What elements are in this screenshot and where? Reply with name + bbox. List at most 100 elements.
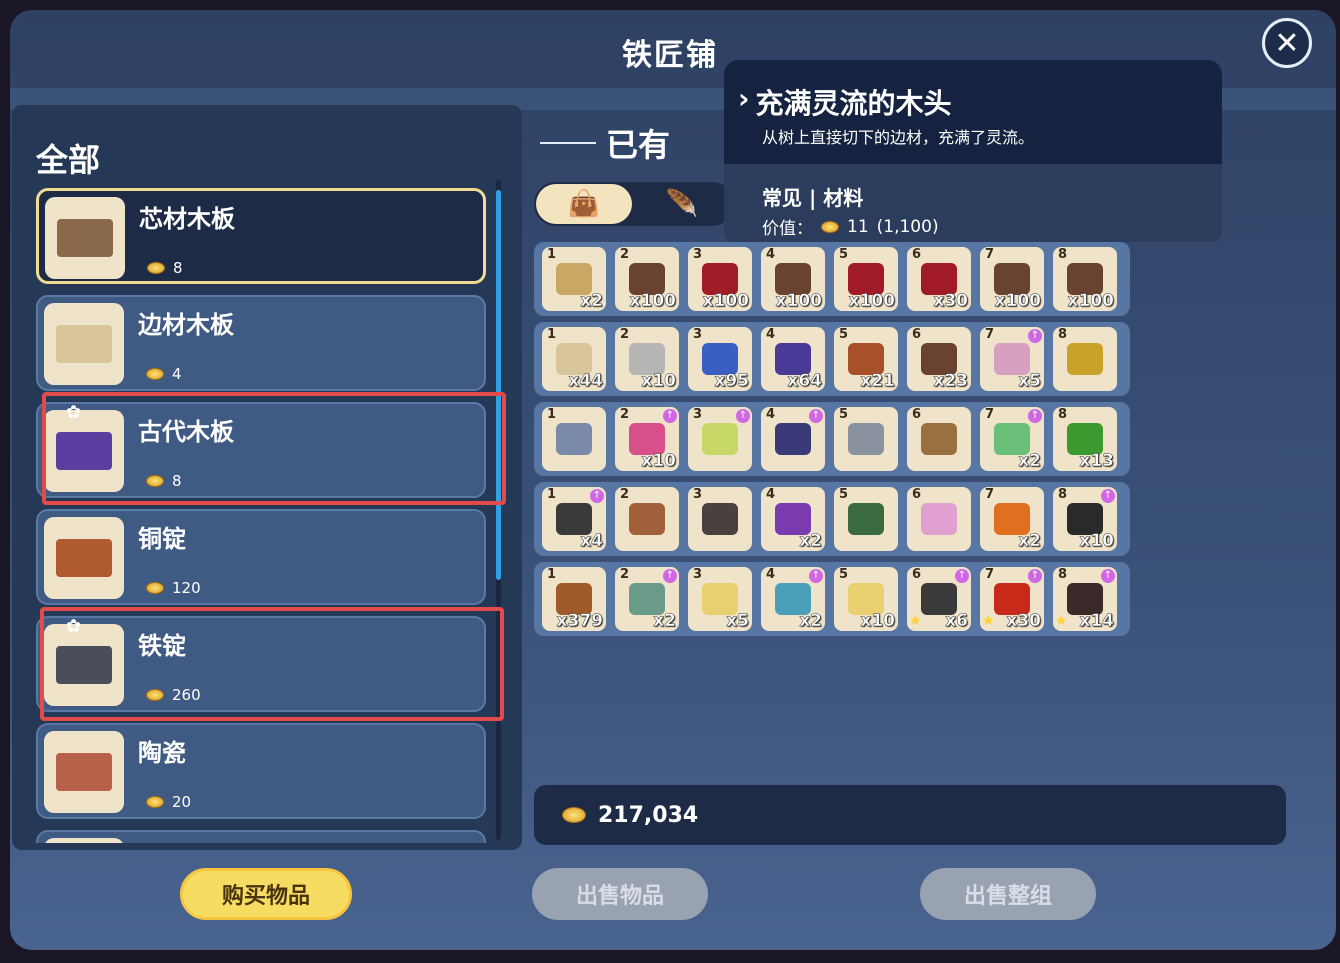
- item-icon: [848, 423, 884, 455]
- inventory-slot[interactable]: 2 x2 ↑: [615, 567, 679, 631]
- inventory-slot[interactable]: 7 x30 ↑ ★: [980, 567, 1044, 631]
- slot-number: 3: [693, 407, 703, 422]
- item-list: 芯材木板8边材木板4古代木板8✿铜锭120铁锭260✿陶瓷20石砖: [36, 178, 494, 843]
- slot-number: 4: [766, 327, 776, 342]
- inventory-slot[interactable]: 6 x6 ↑ ★: [907, 567, 971, 631]
- upgrade-arrow-icon: ↑: [809, 409, 823, 423]
- item-price: 4: [146, 365, 182, 383]
- item-icon: [702, 503, 738, 535]
- owned-label: 已有: [606, 126, 671, 164]
- slot-count: x10: [641, 451, 676, 471]
- list-scrollbar[interactable]: [496, 180, 501, 840]
- slot-count: x100: [702, 291, 749, 311]
- slot-number: 1: [547, 327, 557, 342]
- coin-icon: [562, 807, 586, 823]
- inventory-slot[interactable]: 7 x2 ↑: [980, 407, 1044, 471]
- inventory-slot[interactable]: 1 x44: [542, 327, 606, 391]
- item-thumbnail: [44, 731, 124, 813]
- inventory-slot[interactable]: 8 x13: [1053, 407, 1117, 471]
- scrollbar-thumb[interactable]: [496, 190, 501, 580]
- inventory-slot[interactable]: 8 x10 ↑: [1053, 487, 1117, 551]
- tooltip-title: › 充满灵流的木头: [738, 82, 952, 122]
- close-button[interactable]: ✕: [1262, 18, 1312, 68]
- slot-count: x10: [860, 611, 895, 631]
- item-icon: [56, 325, 112, 363]
- leaf-tab[interactable]: 🪶: [634, 184, 730, 224]
- inventory-slot[interactable]: 4 x100: [761, 247, 825, 311]
- inventory-slot[interactable]: 2 x10 ↑: [615, 407, 679, 471]
- item-icon: [1067, 343, 1103, 375]
- tooltip-type: 常见 | 材料: [762, 186, 864, 210]
- inventory-slot[interactable]: 3 x100: [688, 247, 752, 311]
- item-thumbnail: [44, 303, 124, 385]
- inventory-slot[interactable]: 8: [1053, 327, 1117, 391]
- inventory-slot[interactable]: 3 x5: [688, 567, 752, 631]
- upgrade-arrow-icon: ↑: [1101, 489, 1115, 503]
- list-item[interactable]: 石砖: [36, 830, 486, 843]
- item-icon: [629, 503, 665, 535]
- inventory-slot[interactable]: 5: [834, 487, 898, 551]
- inventory-slot[interactable]: 5 x10: [834, 567, 898, 631]
- inventory-slot[interactable]: 8 x14 ↑ ★: [1053, 567, 1117, 631]
- item-icon: [921, 423, 957, 455]
- inventory-slot[interactable]: 6 x23: [907, 327, 971, 391]
- inventory-slot[interactable]: 6 x30: [907, 247, 971, 311]
- buy-button[interactable]: 购买物品: [180, 868, 352, 920]
- sell-button[interactable]: 出售物品: [532, 868, 708, 920]
- list-item[interactable]: 陶瓷 20: [36, 723, 486, 819]
- inventory-slot[interactable]: 1 x2: [542, 247, 606, 311]
- inventory-slot[interactable]: 1: [542, 407, 606, 471]
- chevron-right-icon: ›: [738, 82, 750, 115]
- inventory-slot[interactable]: 1 x379: [542, 567, 606, 631]
- item-name: 铜锭: [138, 525, 186, 553]
- highlight-iron-ingot: [40, 607, 504, 721]
- inventory-slot[interactable]: 4 x2 ↑: [761, 567, 825, 631]
- bag-tab[interactable]: 👜: [536, 184, 632, 224]
- inventory-slot[interactable]: 2 x10: [615, 327, 679, 391]
- inventory-slot[interactable]: 5: [834, 407, 898, 471]
- slot-number: 3: [693, 487, 703, 502]
- item-price-value: 8: [173, 259, 183, 277]
- inventory-slot[interactable]: 7 x5 ↑: [980, 327, 1044, 391]
- upgrade-arrow-icon: ↑: [1028, 409, 1042, 423]
- slot-number: 8: [1058, 327, 1068, 342]
- value-amount: 11: [847, 216, 869, 237]
- list-item[interactable]: 铜锭 120: [36, 509, 486, 605]
- inventory-slot[interactable]: 7 x2: [980, 487, 1044, 551]
- inventory-slot[interactable]: 1 x4 ↑: [542, 487, 606, 551]
- inventory-slot[interactable]: 2: [615, 487, 679, 551]
- upgrade-arrow-icon: ↑: [955, 569, 969, 583]
- inventory-slot[interactable]: 3 ↑: [688, 407, 752, 471]
- slot-number: 7: [985, 487, 995, 502]
- inventory-row: 1 x379 2 x2 ↑ 3 x5 4 x2 ↑ 5 x10 6 x6 ↑ ★ 7 x30 ↑ ★ 8 x14 ↑ ★: [534, 562, 1130, 636]
- inventory-slot[interactable]: 5 x100: [834, 247, 898, 311]
- inventory-slot[interactable]: 6: [907, 407, 971, 471]
- inventory-slot[interactable]: 6: [907, 487, 971, 551]
- slot-count: x2: [799, 531, 822, 551]
- list-item[interactable]: 边材木板 4: [36, 295, 486, 391]
- item-name: 芯材木板: [139, 205, 235, 233]
- inventory-slot[interactable]: 2 x100: [615, 247, 679, 311]
- slot-count: x5: [1018, 371, 1041, 391]
- slot-count: x2: [799, 611, 822, 631]
- item-thumbnail: [45, 197, 125, 279]
- inventory-slot[interactable]: 4 x2: [761, 487, 825, 551]
- inventory-row: 1 x4 ↑ 2 3 4 x2 5 6 7 x2 8 x10 ↑: [534, 482, 1130, 556]
- inventory-slot[interactable]: 3 x95: [688, 327, 752, 391]
- slot-number: 2: [620, 487, 630, 502]
- slot-count: x2: [580, 291, 603, 311]
- inventory-slot[interactable]: 4 x64: [761, 327, 825, 391]
- inventory-slot[interactable]: 8 x100: [1053, 247, 1117, 311]
- inventory-slot[interactable]: 3: [688, 487, 752, 551]
- slot-number: 5: [839, 327, 849, 342]
- inventory-slot[interactable]: 4 ↑: [761, 407, 825, 471]
- sell-all-button[interactable]: 出售整组: [920, 868, 1096, 920]
- slot-number: 5: [839, 487, 849, 502]
- tooltip-description: 从树上直接切下的边材，充满了灵流。: [762, 128, 1035, 147]
- inventory-slot[interactable]: 7 x100: [980, 247, 1044, 311]
- list-item[interactable]: 芯材木板 8: [36, 188, 486, 284]
- item-thumbnail: [44, 517, 124, 599]
- slot-number: 5: [839, 247, 849, 262]
- item-price-value: 4: [172, 365, 182, 383]
- inventory-slot[interactable]: 5 x21: [834, 327, 898, 391]
